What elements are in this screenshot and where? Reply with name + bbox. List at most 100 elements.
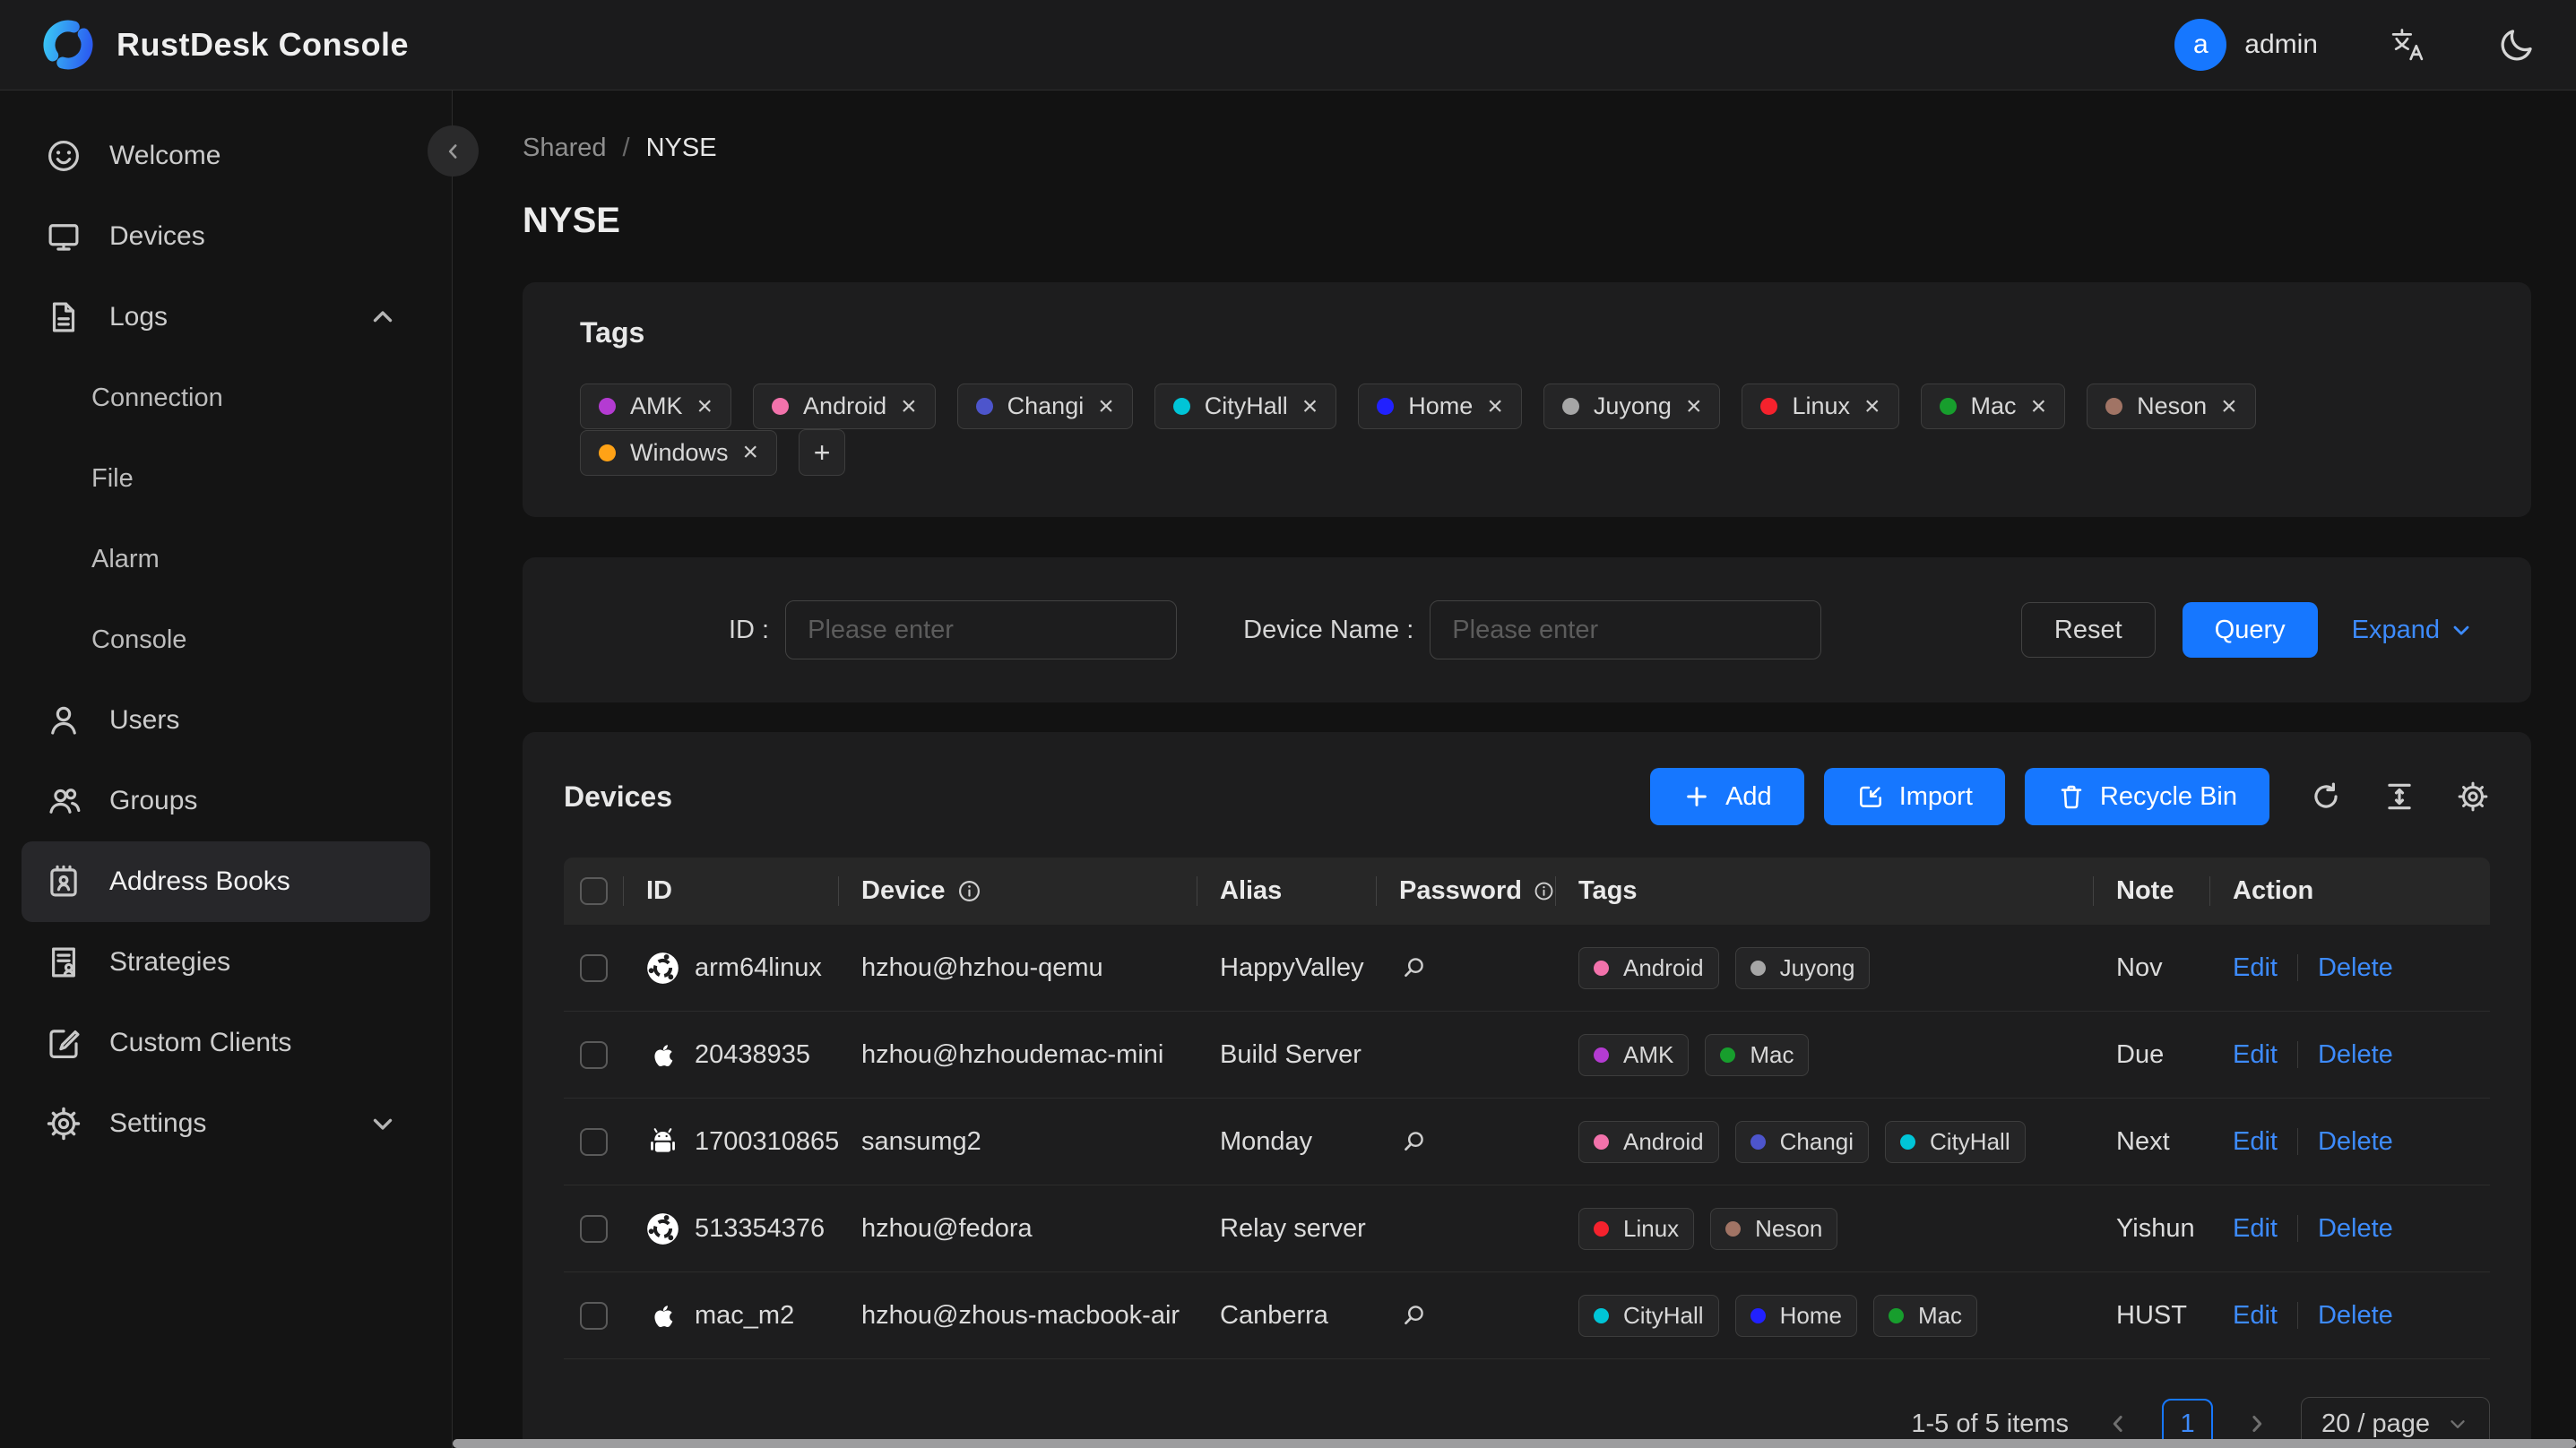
row-checkbox[interactable] <box>579 1127 608 1156</box>
sidebar-item-file[interactable]: File <box>0 438 452 519</box>
tag-chip-changi[interactable]: Changi <box>1734 1120 1870 1163</box>
tag-chip-linux[interactable]: Linux <box>1578 1207 1695 1250</box>
sidebar-item-users[interactable]: Users <box>22 680 430 761</box>
info-icon[interactable] <box>1533 878 1555 904</box>
tag-chip-amk[interactable]: AMK <box>1578 1033 1690 1076</box>
device-name-filter-label: Device Name : <box>1243 615 1414 644</box>
tag-color-dot <box>1594 960 1609 976</box>
import-icon <box>1856 782 1885 811</box>
tag-remove-icon[interactable]: × <box>2031 392 2047 420</box>
reset-button[interactable]: Reset <box>2020 602 2156 658</box>
device-note: Due <box>2116 1039 2165 1069</box>
row-checkbox[interactable] <box>579 1301 608 1330</box>
tag-chip-amk[interactable]: AMK × <box>580 384 732 429</box>
tag-chip-juyong[interactable]: Juyong <box>1734 946 1871 989</box>
import-button[interactable]: Import <box>1823 768 2005 825</box>
tag-remove-icon[interactable]: × <box>1098 392 1114 420</box>
sidebar-item-settings[interactable]: Settings <box>22 1083 430 1164</box>
sidebar-item-address-books[interactable]: Address Books <box>22 841 430 922</box>
tag-remove-icon[interactable]: × <box>1864 392 1880 420</box>
tag-chip-cityhall[interactable]: CityHall <box>1885 1120 2026 1163</box>
expand-link[interactable]: Expand <box>2352 616 2474 645</box>
tag-color-dot <box>1750 1307 1766 1323</box>
delete-link[interactable]: Delete <box>2318 1040 2393 1070</box>
device-name-filter-input[interactable] <box>1430 600 1822 659</box>
edit-link[interactable]: Edit <box>2233 1040 2278 1070</box>
horizontal-scrollbar[interactable] <box>453 1439 2576 1448</box>
tag-chip-mac[interactable]: Mac <box>1872 1294 1978 1337</box>
tag-chip-android[interactable]: Android <box>1578 946 1719 989</box>
recycle-bin-button[interactable]: Recycle Bin <box>2024 768 2269 825</box>
tag-chip-linux[interactable]: Linux × <box>1742 384 1899 429</box>
refresh-icon[interactable] <box>2309 780 2343 814</box>
device-alias: Canberra <box>1220 1300 1328 1330</box>
delete-link[interactable]: Delete <box>2318 1214 2393 1244</box>
sidebar-item-devices[interactable]: Devices <box>22 196 430 277</box>
tag-chip-neson[interactable]: Neson <box>1710 1207 1838 1250</box>
add-button[interactable]: Add <box>1650 768 1804 825</box>
query-button[interactable]: Query <box>2182 602 2318 658</box>
delete-link[interactable]: Delete <box>2318 953 2393 983</box>
edit-link[interactable]: Edit <box>2233 1127 2278 1157</box>
delete-link[interactable]: Delete <box>2318 1127 2393 1157</box>
tag-remove-icon[interactable]: × <box>1686 392 1702 420</box>
row-height-icon[interactable] <box>2382 780 2416 814</box>
add-tag-button[interactable]: + <box>799 429 846 476</box>
tag-chip-windows[interactable]: Windows × <box>580 429 778 476</box>
tag-chip-cityhall[interactable]: CityHall × <box>1154 384 1337 429</box>
rustdesk-logo-icon <box>39 16 97 73</box>
username[interactable]: admin <box>2244 30 2318 60</box>
delete-link[interactable]: Delete <box>2318 1301 2393 1331</box>
tag-chip-changi[interactable]: Changi × <box>956 384 1133 429</box>
sidebar-item-welcome[interactable]: Welcome <box>22 116 430 196</box>
trash-icon <box>2057 782 2086 811</box>
view-password-icon[interactable] <box>1399 1301 1428 1330</box>
info-icon[interactable] <box>956 878 982 904</box>
tag-color-dot <box>1750 1133 1766 1150</box>
tag-chip-android[interactable]: Android <box>1578 1120 1719 1163</box>
select-all-checkbox[interactable] <box>579 877 608 905</box>
settings-icon[interactable] <box>2456 780 2490 814</box>
prev-page-icon[interactable] <box>2105 1410 2131 1437</box>
tag-chip-neson[interactable]: Neson × <box>2087 384 2256 429</box>
id-filter-label: ID : <box>729 615 770 644</box>
tag-remove-icon[interactable]: × <box>1487 392 1503 420</box>
sidebar-item-alarm[interactable]: Alarm <box>0 519 452 599</box>
language-icon[interactable] <box>2388 25 2427 65</box>
device-rows: arm64linux hzhou@hzhou-qemu HappyValley And… <box>564 925 2490 1359</box>
edit-link[interactable]: Edit <box>2233 1214 2278 1244</box>
tag-remove-icon[interactable]: × <box>1302 392 1318 420</box>
row-checkbox[interactable] <box>579 1214 608 1243</box>
sidebar-item-groups[interactable]: Groups <box>22 761 430 841</box>
device-note: Yishun <box>2116 1213 2195 1243</box>
sidebar-collapse-button[interactable] <box>428 125 479 177</box>
sidebar-item-console[interactable]: Console <box>0 599 452 680</box>
tag-remove-icon[interactable]: × <box>697 392 713 420</box>
view-password-icon[interactable] <box>1399 1127 1428 1156</box>
tag-chip-home[interactable]: Home × <box>1358 384 1522 429</box>
breadcrumb-parent[interactable]: Shared <box>523 134 607 163</box>
tag-chip-android[interactable]: Android × <box>753 384 936 429</box>
tag-chip-mac[interactable]: Mac <box>1705 1033 1810 1076</box>
sidebar-item-strategies[interactable]: Strategies <box>22 922 430 1003</box>
id-filter-input[interactable] <box>785 600 1178 659</box>
tag-remove-icon[interactable]: × <box>901 392 917 420</box>
view-password-icon[interactable] <box>1399 953 1428 982</box>
devices-card: Devices Add Import Recycle Bin ID Device… <box>523 732 2531 1448</box>
next-page-icon[interactable] <box>2243 1410 2270 1437</box>
row-checkbox[interactable] <box>579 953 608 982</box>
edit-link[interactable]: Edit <box>2233 1301 2278 1331</box>
tag-chip-home[interactable]: Home <box>1734 1294 1857 1337</box>
tag-remove-icon[interactable]: × <box>743 439 759 466</box>
theme-moon-icon[interactable] <box>2497 25 2537 65</box>
sidebar-item-connection[interactable]: Connection <box>0 358 452 438</box>
avatar[interactable]: a <box>2174 19 2227 71</box>
sidebar-item-custom-clients[interactable]: Custom Clients <box>22 1003 430 1083</box>
edit-link[interactable]: Edit <box>2233 953 2278 983</box>
tag-remove-icon[interactable]: × <box>2221 392 2237 420</box>
tag-chip-juyong[interactable]: Juyong × <box>1543 384 1721 429</box>
tag-chip-mac[interactable]: Mac × <box>1920 384 2066 429</box>
tag-chip-cityhall[interactable]: CityHall <box>1578 1294 1719 1337</box>
sidebar-item-logs[interactable]: Logs <box>22 277 430 358</box>
row-checkbox[interactable] <box>579 1040 608 1069</box>
